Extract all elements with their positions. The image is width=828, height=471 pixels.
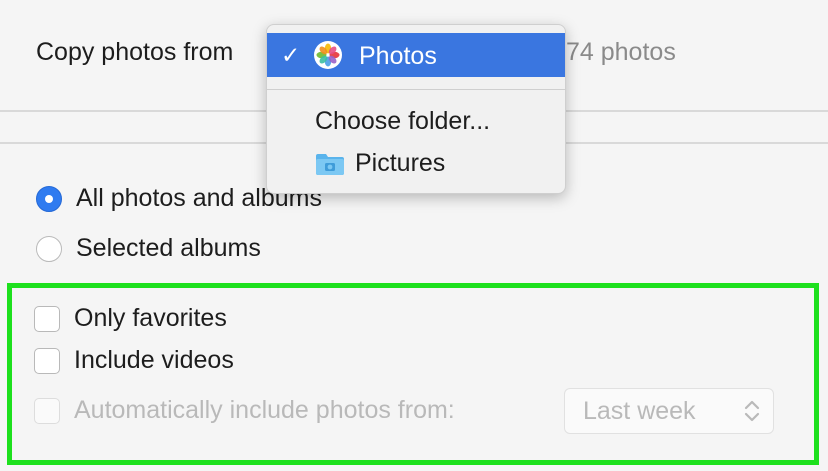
radio-selected-indicator[interactable]: [36, 185, 62, 212]
checkbox-include-videos[interactable]: Include videos: [34, 346, 234, 375]
source-dropdown-menu: ✓ Photos Choose folder... Pictures: [266, 24, 566, 194]
radio-unselected-indicator[interactable]: [36, 235, 62, 262]
photos-app-icon: [314, 41, 342, 69]
period-stepper: Last week: [564, 388, 774, 434]
photo-count: 74 photos: [566, 38, 676, 66]
menu-separator: [267, 89, 565, 90]
only-favorites-checkbox[interactable]: [34, 305, 60, 332]
folder-icon: [316, 153, 344, 175]
menu-item-pictures-label: Pictures: [355, 149, 446, 177]
checkbox-auto-include: Automatically include photos from:: [34, 396, 455, 425]
include-videos-checkbox[interactable]: [34, 347, 60, 374]
copy-photos-from-label: Copy photos from: [36, 38, 234, 66]
menu-item-photos[interactable]: ✓ Photos: [267, 33, 565, 77]
only-favorites-label: Only favorites: [74, 304, 227, 332]
menu-item-photos-label: Photos: [359, 42, 437, 70]
auto-include-label: Automatically include photos from:: [74, 396, 455, 424]
auto-include-checkbox: [34, 397, 60, 424]
include-videos-label: Include videos: [74, 346, 234, 374]
radio-selected-albums[interactable]: Selected albums: [36, 234, 261, 263]
checkmark-icon: ✓: [281, 42, 301, 68]
menu-item-pictures[interactable]: Pictures: [315, 149, 445, 178]
checkbox-only-favorites[interactable]: Only favorites: [34, 304, 227, 333]
menu-item-choose-folder[interactable]: Choose folder...: [315, 107, 490, 136]
up-down-chevron-icon: [744, 400, 760, 422]
radio-selected-albums-label: Selected albums: [76, 234, 261, 262]
period-value: Last week: [583, 396, 696, 425]
